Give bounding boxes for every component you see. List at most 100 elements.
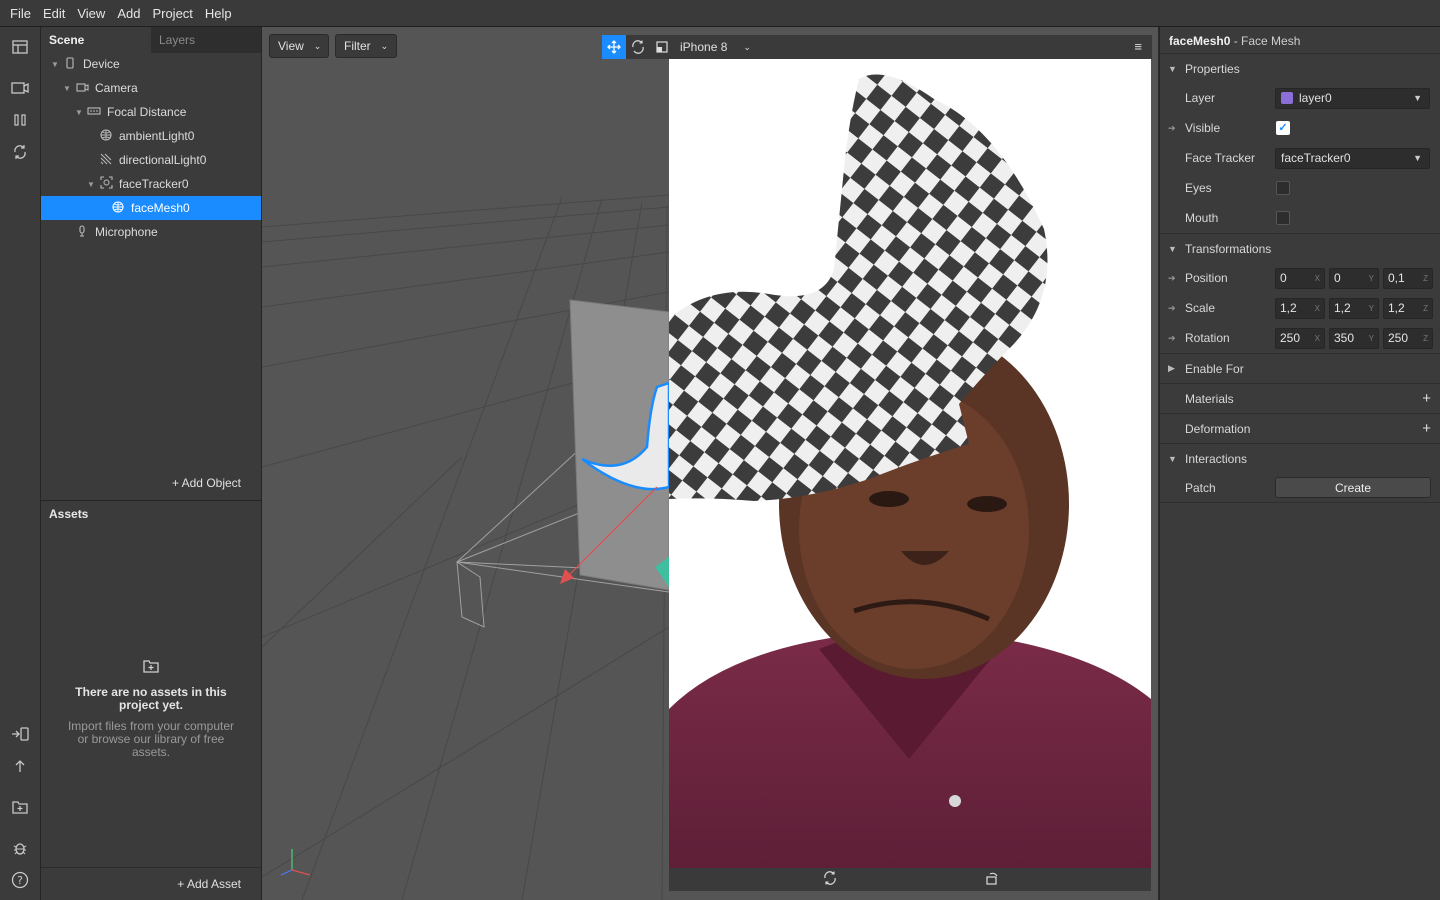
tree-item-facetracker0[interactable]: ▼ faceTracker0 — [41, 172, 261, 196]
scale-y-input[interactable]: 1,2 Y — [1329, 297, 1379, 319]
layout-icon[interactable] — [8, 36, 32, 58]
chevron-down-icon[interactable]: ⌄ — [743, 42, 751, 53]
move-icon[interactable] — [602, 35, 626, 59]
tree-item-label: faceTracker0 — [119, 177, 189, 191]
layer-label: Layer — [1185, 91, 1216, 105]
tree-item-label: Device — [83, 57, 120, 71]
section-enable-for[interactable]: ▶ Enable For — [1160, 353, 1440, 383]
tree-item-facemesh0[interactable]: faceMesh0 — [41, 196, 261, 220]
upload-icon[interactable] — [8, 755, 32, 777]
eyes-checkbox[interactable] — [1276, 181, 1290, 195]
pause-icon[interactable] — [8, 109, 32, 131]
refresh-icon[interactable] — [8, 141, 32, 163]
expand-arrow-icon[interactable]: ▼ — [85, 180, 97, 189]
assets-empty-subtitle: Import files from your computer or brows… — [67, 719, 235, 759]
tab-layers[interactable]: Layers — [151, 27, 261, 53]
tree-item-ambientlight0[interactable]: ambientLight0 — [41, 124, 261, 148]
patch-row: Patch Create — [1160, 473, 1440, 503]
position-y-input[interactable]: 0Y — [1329, 267, 1379, 289]
scale-x-input[interactable]: 1,2 X — [1275, 297, 1325, 319]
viewport-3d[interactable]: View ⌄ Filter ⌄ iPhone 8 ⌄ ≡ — [262, 27, 1158, 900]
menu-help[interactable]: Help — [199, 0, 238, 27]
add-folder-icon[interactable] — [8, 796, 32, 818]
section-deformation[interactable]: Deformation + — [1160, 413, 1440, 443]
visible-checkbox[interactable]: ✓ — [1276, 121, 1290, 135]
add-material-icon[interactable]: + — [1422, 390, 1431, 407]
simulator-screen[interactable] — [669, 59, 1151, 868]
tab-scene[interactable]: Scene — [41, 27, 151, 53]
layer-dropdown[interactable]: layer0 ▼ — [1275, 87, 1430, 109]
tree-item-microphone[interactable]: Microphone — [41, 220, 261, 244]
assets-title: Assets — [49, 507, 89, 521]
import-icon[interactable] — [8, 723, 32, 745]
section-interactions[interactable]: ▼ Interactions — [1160, 443, 1440, 473]
menu-add[interactable]: Add — [111, 0, 146, 27]
device-selector[interactable]: iPhone 8 — [680, 40, 727, 54]
scale-z-input[interactable]: 1,2 Z — [1383, 297, 1433, 319]
create-patch-button[interactable]: Create — [1275, 477, 1431, 498]
position-x-input[interactable]: 0X — [1275, 267, 1325, 289]
menubar: File Edit View Add Project Help — [0, 0, 1440, 27]
section-label: Interactions — [1185, 451, 1248, 466]
rotation-x-input[interactable]: 250 X — [1275, 327, 1325, 349]
menu-edit[interactable]: Edit — [37, 0, 71, 27]
tree-item-directionallight0[interactable]: directionalLight0 — [41, 148, 261, 172]
add-deformation-icon[interactable]: + — [1422, 420, 1431, 437]
tree-item-camera[interactable]: ▼ Camera — [41, 76, 261, 100]
scale-icon[interactable] — [650, 35, 674, 59]
keyframe-icon[interactable]: ➔ — [1168, 333, 1176, 344]
hamburger-menu-icon[interactable]: ≡ — [1134, 39, 1142, 54]
chevron-down-icon: ▼ — [1413, 153, 1422, 163]
tree-item-device[interactable]: ▼ Device — [41, 52, 261, 76]
keyframe-icon[interactable]: ➔ — [1168, 123, 1176, 134]
menu-file[interactable]: File — [4, 0, 37, 27]
keyframe-icon[interactable]: ➔ — [1168, 273, 1176, 284]
rotate-icon[interactable] — [626, 35, 650, 59]
keyframe-icon[interactable]: ➔ — [1168, 303, 1176, 314]
menu-view[interactable]: View — [71, 0, 111, 27]
rotation-y-input[interactable]: 350 Y — [1329, 327, 1379, 349]
section-transformations[interactable]: ▼ Transformations — [1160, 233, 1440, 263]
layer-value: layer0 — [1299, 91, 1332, 105]
directional-light-icon — [97, 153, 115, 168]
help-icon[interactable]: ? — [8, 869, 32, 891]
position-z-input[interactable]: 0,1 Z — [1383, 267, 1433, 289]
section-properties[interactable]: ▼ Properties — [1160, 53, 1440, 83]
face-tracker-row: Face Tracker faceTracker0 ▼ — [1160, 143, 1440, 173]
scale-label: Scale — [1185, 301, 1216, 315]
mouth-checkbox[interactable] — [1276, 211, 1290, 225]
bug-icon[interactable] — [8, 837, 32, 859]
add-asset-button[interactable]: + Add Asset — [177, 877, 241, 891]
section-label: Properties — [1185, 61, 1240, 76]
svg-text:?: ? — [17, 874, 23, 887]
collapse-arrow-icon: ▼ — [1168, 63, 1177, 74]
layer-color-swatch — [1281, 92, 1293, 104]
section-materials[interactable]: Materials + — [1160, 383, 1440, 413]
tree-item-label: ambientLight0 — [119, 129, 195, 143]
view-dropdown[interactable]: View ⌄ — [269, 34, 329, 58]
add-object-button[interactable]: + Add Object — [172, 476, 241, 490]
expand-arrow-icon[interactable]: ▼ — [61, 84, 73, 93]
selected-object-name: faceMesh0 — [1169, 34, 1231, 48]
assets-empty-title: There are no assets in this project yet. — [75, 685, 227, 712]
rotation-z-input[interactable]: 250 Z — [1383, 327, 1433, 349]
face-tracker-dropdown[interactable]: faceTracker0 ▼ — [1275, 147, 1430, 169]
tree-item-label: Microphone — [95, 225, 158, 239]
left-toolbar: ? — [0, 27, 41, 900]
collapse-arrow-icon: ▼ — [1168, 243, 1177, 254]
simulator-toolbar: iPhone 8 ⌄ ≡ — [602, 35, 1152, 59]
expand-arrow-icon[interactable]: ▼ — [73, 108, 85, 117]
assets-footer: + Add Asset — [41, 867, 261, 900]
tree-item-focal-distance[interactable]: ▼ Focal Distance — [41, 100, 261, 124]
expand-arrow-icon[interactable]: ▼ — [49, 60, 61, 69]
chevron-down-icon: ⌄ — [380, 40, 389, 51]
section-label: Materials — [1185, 391, 1234, 406]
rotate-device-icon[interactable] — [823, 871, 837, 888]
chevron-down-icon: ▼ — [1413, 93, 1422, 103]
menu-project[interactable]: Project — [146, 0, 198, 27]
scene-panel: Scene Layers ▼ Device ▼ Camera ▼ Focal D… — [41, 27, 262, 500]
video-icon[interactable] — [8, 77, 32, 99]
filter-dropdown[interactable]: Filter ⌄ — [335, 34, 397, 58]
orientation-icon[interactable] — [985, 871, 999, 888]
mouth-row: Mouth — [1160, 203, 1440, 233]
